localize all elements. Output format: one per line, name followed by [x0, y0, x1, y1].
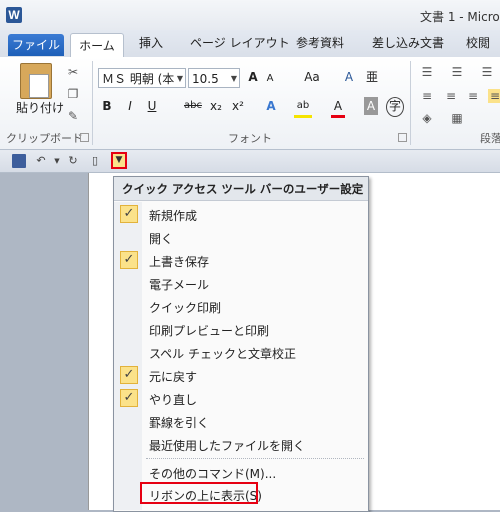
bullets-icon[interactable]: ☰	[420, 65, 434, 79]
numbering-icon[interactable]: ☰	[450, 65, 464, 79]
menu-item-label: 元に戻す	[149, 370, 198, 384]
menu-item-new[interactable]: ✓ 新規作成	[114, 203, 368, 226]
menu-item-redo[interactable]: ✓ やり直し	[114, 387, 368, 410]
check-icon: ✓	[120, 366, 138, 384]
copy-icon[interactable]: ❐	[66, 87, 80, 101]
align-left-icon[interactable]: ≡	[420, 89, 434, 103]
tab-insert[interactable]: 挿入	[139, 30, 163, 56]
font-name-value: ＭＳ 明朝 (本	[102, 72, 175, 86]
customize-qat-menu: クイック アクセス ツール バーのユーザー設定 ✓ 新規作成 開く ✓ 上書き保…	[113, 176, 369, 512]
menu-item-recent-files[interactable]: 最近使用したファイルを開く	[114, 433, 368, 456]
bold-button[interactable]: B	[101, 97, 113, 115]
font-color-button[interactable]: A	[331, 97, 345, 118]
change-case-button[interactable]: Aa	[300, 68, 324, 86]
align-center-icon[interactable]: ≡	[444, 89, 458, 103]
justify-icon[interactable]: ≡	[488, 89, 500, 103]
character-shading-button[interactable]: A	[364, 97, 378, 115]
highlight-color-button[interactable]: ab	[294, 97, 312, 118]
check-icon: ✓	[120, 389, 138, 407]
shrink-font-button[interactable]: A	[264, 70, 276, 88]
word-app-icon[interactable]: W	[6, 7, 22, 23]
menu-item-label: 開く	[149, 232, 174, 246]
borders-icon[interactable]: ▦	[450, 111, 464, 125]
menu-item-label: 最近使用したファイルを開く	[149, 439, 306, 453]
tab-file[interactable]: ファイル	[8, 34, 64, 56]
multilevel-list-icon[interactable]: ☰	[480, 65, 494, 79]
menu-item-label: その他のコマンド(M)...	[149, 467, 277, 481]
menu-item-label: スペル チェックと文章校正	[149, 347, 296, 361]
menu-item-open[interactable]: 開く	[114, 226, 368, 249]
menu-separator	[146, 458, 364, 459]
shading-icon[interactable]: ◈	[420, 111, 434, 125]
tab-home[interactable]: ホーム	[70, 33, 124, 58]
font-group-label: フォント	[228, 132, 272, 145]
menu-item-label: 上書き保存	[149, 255, 210, 269]
group-divider	[410, 61, 411, 145]
menu-item-label: 電子メール	[149, 278, 210, 292]
strikethrough-button[interactable]: abc	[182, 97, 204, 115]
clipboard-launcher-icon[interactable]	[80, 133, 89, 142]
superscript-button[interactable]: x²	[230, 97, 246, 115]
menu-item-draw-table[interactable]: 罫線を引く	[114, 410, 368, 433]
menu-item-more-commands[interactable]: その他のコマンド(M)...	[114, 461, 368, 484]
group-divider	[92, 61, 93, 145]
subscript-button[interactable]: x₂	[208, 97, 224, 115]
font-size-value: 10.5	[192, 72, 219, 86]
chevron-down-icon: ▼	[176, 74, 183, 83]
check-icon: ✓	[120, 251, 138, 269]
menu-item-label: クイック印刷	[149, 301, 222, 315]
tab-references[interactable]: 参考資料	[296, 30, 344, 56]
clipboard-group-label: クリップボード	[6, 132, 83, 145]
menu-item-label: 罫線を引く	[149, 416, 210, 430]
ribbon-tabs: ファイル ホーム 挿入 ページ レイアウト 参考資料 差し込み文書 校閲	[0, 30, 500, 58]
enclose-characters-button[interactable]: 字	[386, 97, 404, 117]
menu-item-spelling[interactable]: スペル チェックと文章校正	[114, 341, 368, 364]
phonetic-guide-button[interactable]: 亜	[364, 68, 380, 86]
customize-qat-button[interactable]: ▼	[111, 152, 127, 169]
text-effect-button[interactable]: A	[264, 97, 278, 115]
format-painter-icon[interactable]: ✎	[66, 109, 80, 123]
tab-mailings[interactable]: 差し込み文書	[372, 30, 444, 56]
menu-item-label: 印刷プレビューと印刷	[149, 324, 270, 338]
grow-font-button[interactable]: A	[246, 68, 260, 86]
menu-item-quick-print[interactable]: クイック印刷	[114, 295, 368, 318]
cut-icon[interactable]: ✂	[66, 65, 80, 79]
undo-icon[interactable]: ↶	[34, 154, 48, 168]
clear-format-button[interactable]: A	[340, 68, 358, 86]
menu-item-save[interactable]: ✓ 上書き保存	[114, 249, 368, 272]
ribbon: 貼り付け ✂ ❐ ✎ クリップボード ＭＳ 明朝 (本 ▼ 10.5 ▼ A A…	[0, 57, 500, 150]
menu-header: クイック アクセス ツール バーのユーザー設定	[114, 177, 368, 201]
window-title: 文書 1 - Micro	[420, 10, 500, 24]
paste-icon[interactable]	[20, 63, 52, 99]
menu-item-label: やり直し	[149, 393, 198, 407]
font-name-select[interactable]: ＭＳ 明朝 (本 ▼	[98, 68, 186, 88]
tab-review[interactable]: 校閲	[466, 30, 490, 56]
quick-access-toolbar: ↶ ▼ ↻ ▯ ▼	[0, 150, 500, 173]
underline-button[interactable]: U	[146, 97, 158, 115]
tab-page-layout[interactable]: ページ レイアウト	[190, 30, 290, 56]
new-document-icon[interactable]: ▯	[88, 154, 102, 168]
menu-item-email[interactable]: 電子メール	[114, 272, 368, 295]
chevron-down-icon: ▼	[230, 74, 237, 83]
menu-item-print-preview[interactable]: 印刷プレビューと印刷	[114, 318, 368, 341]
paste-button-label[interactable]: 貼り付け	[16, 99, 64, 116]
italic-button[interactable]: I	[124, 97, 136, 115]
font-launcher-icon[interactable]	[398, 133, 407, 142]
undo-dropdown-icon[interactable]: ▼	[50, 154, 64, 168]
menu-item-undo[interactable]: ✓ 元に戻す	[114, 364, 368, 387]
annotation-highlight-box	[140, 482, 258, 504]
save-icon[interactable]	[12, 154, 26, 168]
check-icon: ✓	[120, 205, 138, 223]
redo-icon[interactable]: ↻	[66, 154, 80, 168]
title-bar: W 文書 1 - Micro	[0, 0, 500, 30]
paragraph-group-label: 段落	[480, 132, 500, 145]
menu-item-label: 新規作成	[149, 209, 198, 223]
align-right-icon[interactable]: ≡	[466, 89, 480, 103]
font-size-select[interactable]: 10.5 ▼	[188, 68, 240, 88]
